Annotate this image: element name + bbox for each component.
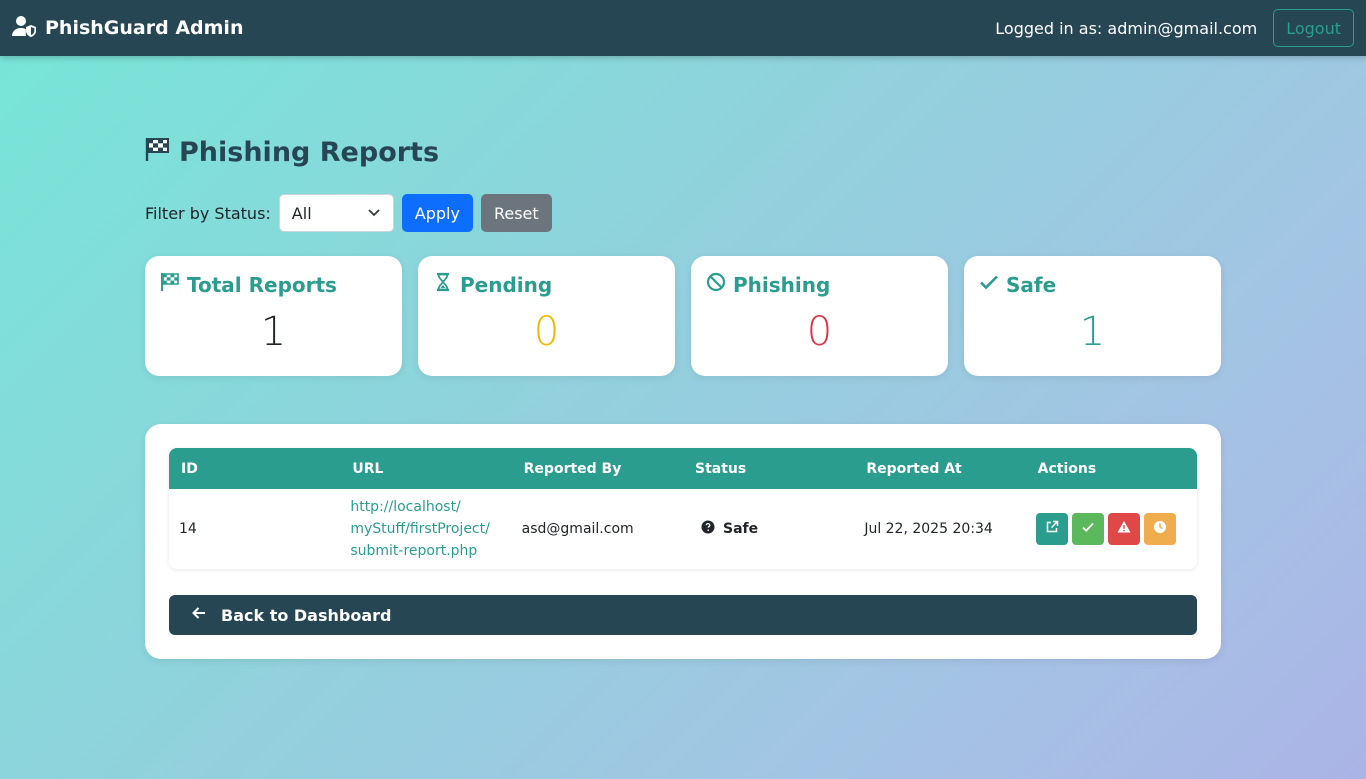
reset-button[interactable]: Reset	[480, 194, 552, 232]
ban-icon	[706, 272, 726, 297]
brand-title: PhishGuard Admin	[45, 17, 244, 39]
cell-url: http://localhost/ myStuff/firstProject/ …	[340, 496, 511, 562]
filter-label: Filter by Status:	[145, 203, 271, 223]
open-url-button[interactable]	[1035, 513, 1068, 545]
page-title: Phishing Reports	[145, 136, 439, 169]
check-icon	[1081, 520, 1095, 538]
check-icon	[979, 272, 999, 297]
column-header-reported-by: Reported By	[523, 460, 622, 477]
page-title-text: Phishing Reports	[179, 137, 440, 168]
mark-pending-button[interactable]	[1143, 513, 1176, 545]
question-circle-icon	[701, 520, 715, 538]
stat-card-pending: Pending 0	[418, 256, 675, 376]
status-filter-select[interactable]: All	[278, 194, 394, 232]
logged-in-user: Logged in as: admin@gmail.com	[995, 18, 1258, 38]
table-header: ID URL Reported By Status Reported At Ac…	[169, 448, 1197, 489]
chevron-down-icon	[367, 204, 381, 223]
mark-safe-button[interactable]	[1071, 513, 1104, 545]
stat-label: Total Reports	[187, 272, 337, 297]
cell-status: Safe	[683, 520, 854, 538]
stat-label: Pending	[460, 272, 553, 297]
stat-card-safe: Safe 1	[964, 256, 1221, 376]
stats-cards: Total Reports 1 Pending 0 Phishing 0 Saf…	[145, 256, 1221, 376]
stat-label: Phishing	[733, 272, 831, 297]
reports-panel: ID URL Reported By Status Reported At Ac…	[145, 424, 1221, 659]
top-navbar: PhishGuard Admin Logged in as: admin@gma…	[0, 0, 1366, 56]
mark-phishing-button[interactable]	[1107, 513, 1140, 545]
column-header-actions: Actions	[1037, 460, 1097, 477]
report-url-link[interactable]: http://localhost/ myStuff/firstProject/ …	[350, 496, 511, 562]
brand[interactable]: PhishGuard Admin	[12, 15, 243, 42]
reports-table: ID URL Reported By Status Reported At Ac…	[169, 448, 1197, 569]
logout-button[interactable]: Logout	[1273, 9, 1354, 47]
filter-bar: Filter by Status: All Apply Reset	[145, 194, 552, 232]
table-row: 14 http://localhost/ myStuff/firstProjec…	[169, 489, 1197, 569]
back-to-dashboard-button[interactable]: Back to Dashboard	[169, 595, 1197, 635]
flag-checkered-icon	[160, 272, 180, 297]
column-header-reported-at: Reported At	[866, 460, 962, 477]
stat-value: 0	[533, 309, 560, 355]
stat-card-phishing: Phishing 0	[691, 256, 948, 376]
clock-icon	[1153, 520, 1167, 538]
back-button-label: Back to Dashboard	[221, 605, 392, 625]
status-filter-value: All	[291, 203, 312, 223]
stat-value: 1	[1079, 309, 1106, 355]
status-badge: Safe	[722, 521, 759, 537]
external-link-icon	[1045, 520, 1059, 538]
hourglass-icon	[433, 272, 453, 297]
stat-value: 1	[260, 309, 287, 355]
cell-reported-at: Jul 22, 2025 20:34	[864, 521, 993, 537]
cell-actions	[1026, 513, 1197, 545]
stat-value: 0	[806, 309, 833, 355]
column-header-id: ID	[181, 460, 198, 477]
url-line: http://localhost/	[350, 499, 461, 515]
arrow-left-icon	[191, 605, 207, 625]
stat-label: Safe	[1006, 272, 1057, 297]
stat-card-total: Total Reports 1	[145, 256, 402, 376]
flag-checkered-icon	[145, 136, 171, 169]
user-shield-icon	[12, 15, 37, 42]
url-line: submit-report.php	[350, 543, 478, 559]
apply-button[interactable]: Apply	[401, 194, 473, 232]
column-header-url: URL	[352, 460, 384, 477]
url-line: myStuff/firstProject/	[350, 521, 490, 537]
warning-triangle-icon	[1117, 520, 1131, 538]
column-header-status: Status	[694, 460, 747, 477]
cell-reported-by: asd@gmail.com	[521, 521, 634, 537]
cell-id: 14	[179, 521, 197, 537]
